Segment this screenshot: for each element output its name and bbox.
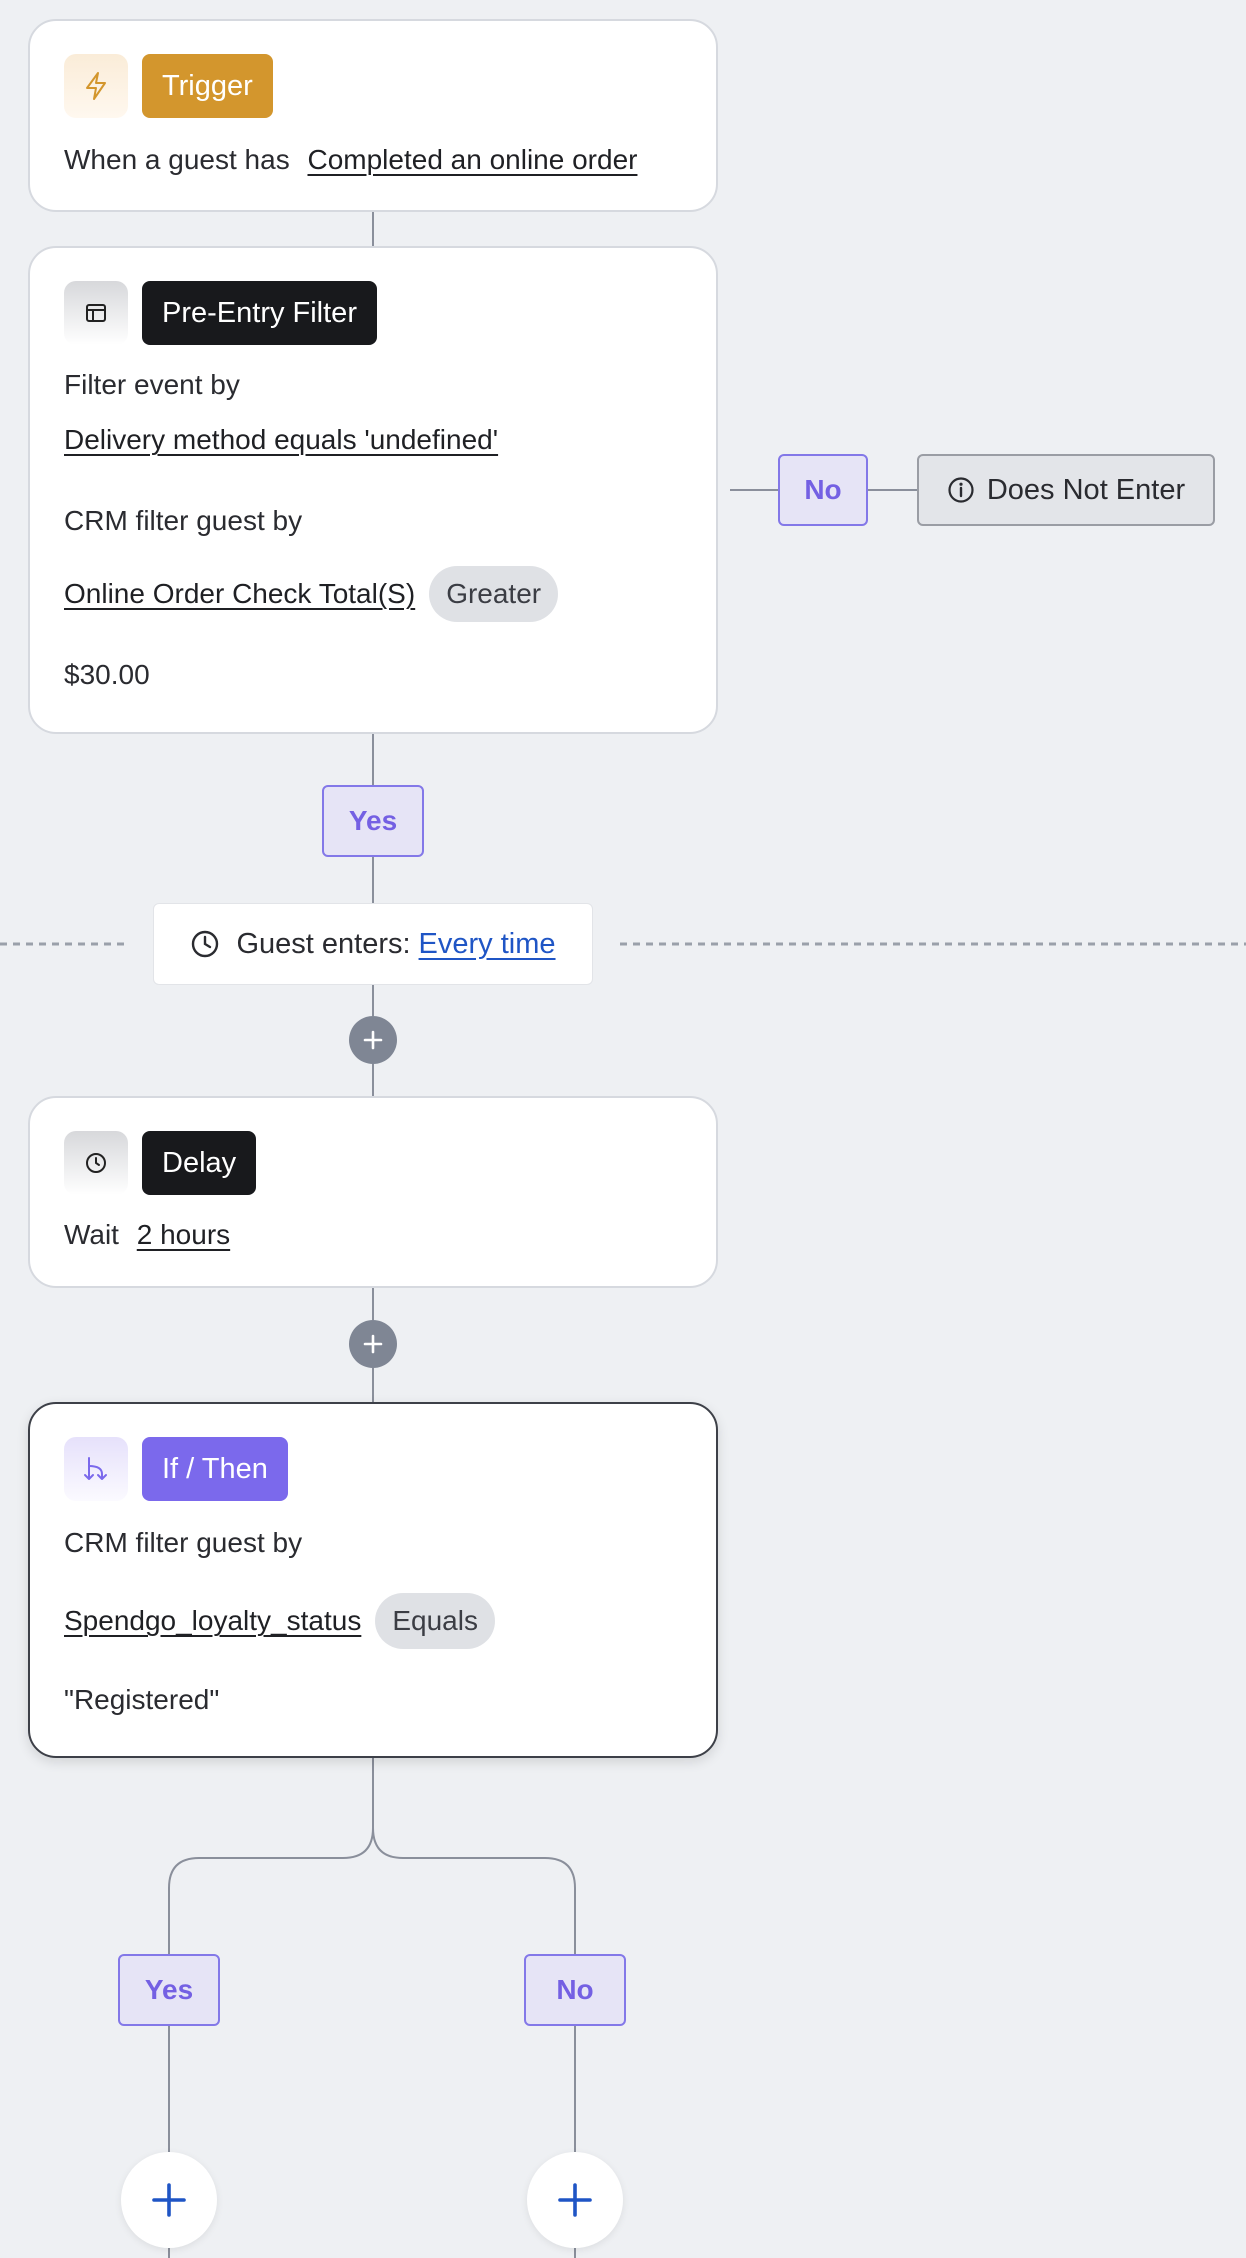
pre-entry-filter-card[interactable]: Pre-Entry Filter Filter event by Deliver… bbox=[28, 246, 718, 734]
plus-icon bbox=[363, 1030, 383, 1050]
does-not-enter-label: Does Not Enter bbox=[986, 473, 1186, 506]
add-step-button[interactable] bbox=[349, 1320, 397, 1368]
yes-branch-tag: Yes bbox=[322, 785, 424, 857]
if-then-card-header: If / Then bbox=[64, 1437, 288, 1501]
pre-entry-card-header: Pre-Entry Filter bbox=[64, 281, 377, 345]
layout-icon bbox=[64, 281, 128, 345]
delay-title-badge: Delay bbox=[142, 1131, 257, 1195]
lightning-icon bbox=[64, 54, 128, 118]
plus-icon bbox=[152, 2183, 186, 2217]
plus-icon bbox=[558, 2183, 592, 2217]
if-then-card[interactable]: If / Then CRM filter guest by Spendgo_lo… bbox=[28, 1402, 718, 1758]
no-branch-tag: No bbox=[524, 1954, 626, 2026]
clock-icon bbox=[190, 929, 220, 959]
event-filter-link[interactable]: Delivery method equals 'undefined' bbox=[64, 424, 498, 456]
operator-chip[interactable]: Equals bbox=[375, 1593, 495, 1649]
crm-field-link[interactable]: Online Order Check Total(S) bbox=[64, 578, 415, 610]
pre-entry-title-badge: Pre-Entry Filter bbox=[142, 281, 377, 345]
entry-frequency-box: Guest enters: Every time bbox=[153, 903, 593, 985]
trigger-event-link[interactable]: Completed an online order bbox=[307, 144, 637, 175]
add-step-no-button[interactable] bbox=[527, 2152, 623, 2248]
crm-condition-row: Spendgo_loyalty_status Equals bbox=[64, 1593, 495, 1649]
does-not-enter-box: Does Not Enter bbox=[917, 454, 1215, 526]
add-step-button[interactable] bbox=[349, 1016, 397, 1064]
add-step-yes-button[interactable] bbox=[121, 2152, 217, 2248]
crm-condition-row: Online Order Check Total(S) Greater bbox=[64, 566, 559, 622]
delay-sentence: Wait 2 hours bbox=[64, 1219, 230, 1251]
if-then-title-badge: If / Then bbox=[142, 1437, 288, 1501]
trigger-card[interactable]: Trigger When a guest has Completed an on… bbox=[28, 19, 718, 212]
filter-event-label: Filter event by bbox=[64, 369, 240, 400]
entry-frequency-link[interactable]: Every time bbox=[419, 928, 556, 961]
filter-value: "Registered" bbox=[64, 1684, 220, 1715]
delay-duration-link[interactable]: 2 hours bbox=[137, 1219, 230, 1250]
yes-branch-tag: Yes bbox=[118, 1954, 220, 2026]
plus-icon bbox=[363, 1334, 383, 1354]
delay-card-header: Delay bbox=[64, 1131, 257, 1195]
trigger-prefix: When a guest has bbox=[64, 144, 290, 175]
trigger-sentence: When a guest has Completed an online ord… bbox=[64, 144, 637, 176]
operator-chip[interactable]: Greater bbox=[429, 566, 559, 622]
delay-card[interactable]: Delay Wait 2 hours bbox=[28, 1096, 718, 1288]
trigger-card-header: Trigger bbox=[64, 54, 273, 118]
info-icon bbox=[947, 476, 975, 504]
delay-prefix: Wait bbox=[64, 1219, 119, 1250]
filter-value: $30.00 bbox=[64, 659, 150, 690]
crm-filter-label: CRM filter guest by bbox=[64, 505, 303, 536]
crm-filter-label: CRM filter guest by bbox=[64, 1527, 303, 1558]
clock-icon bbox=[64, 1131, 128, 1195]
trigger-title-badge: Trigger bbox=[142, 54, 273, 118]
entry-label: Guest enters: bbox=[236, 927, 411, 960]
crm-field-link[interactable]: Spendgo_loyalty_status bbox=[64, 1605, 361, 1637]
journey-canvas: Trigger When a guest has Completed an on… bbox=[0, 0, 1246, 2258]
no-branch-tag: No bbox=[778, 454, 868, 526]
branch-arrows-icon bbox=[64, 1437, 128, 1501]
